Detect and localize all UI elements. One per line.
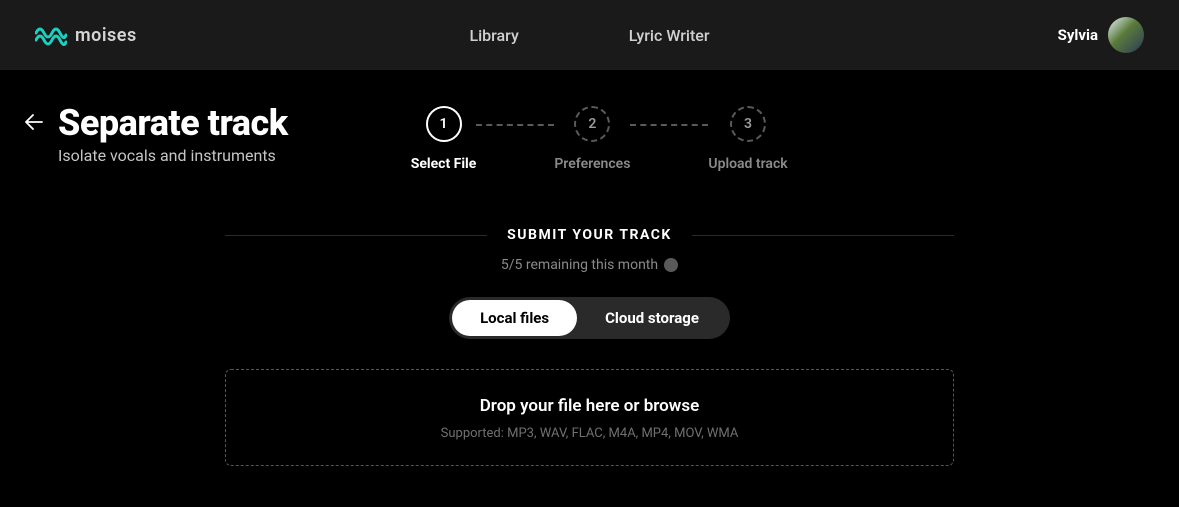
page-titles: Separate track Isolate vocals and instru…	[58, 102, 288, 165]
file-dropzone[interactable]: Drop your file here or browse Supported:…	[225, 369, 954, 466]
top-nav: Library Lyric Writer	[469, 26, 709, 45]
step-label: Preferences	[554, 156, 630, 172]
page-subtitle: Isolate vocals and instruments	[58, 146, 288, 165]
step-number: 1	[426, 106, 462, 142]
logo-icon	[35, 24, 67, 46]
step-preferences: 2 Preferences	[554, 106, 630, 172]
step-select-file: 1 Select File	[411, 106, 477, 172]
supported-formats: Supported: MP3, WAV, FLAC, M4A, MP4, MOV…	[246, 426, 933, 441]
stepper: 1 Select File 2 Preferences 3 Upload tra…	[411, 106, 788, 172]
step-connector	[630, 124, 708, 126]
remaining-row: 5/5 remaining this month	[25, 257, 1154, 273]
nav-library[interactable]: Library	[469, 26, 518, 45]
page-title: Separate track	[58, 102, 288, 144]
info-icon[interactable]	[664, 258, 678, 272]
divider	[692, 235, 954, 236]
toggle-cloud-storage[interactable]: Cloud storage	[577, 300, 727, 336]
step-label: Upload track	[708, 156, 787, 172]
title-row: Separate track Isolate vocals and instru…	[25, 102, 1154, 172]
submit-section: SUBMIT YOUR TRACK 5/5 remaining this mon…	[25, 227, 1154, 466]
step-label: Select File	[411, 156, 477, 172]
back-arrow-icon[interactable]	[25, 114, 43, 134]
user-menu[interactable]: Sylvia	[1058, 17, 1144, 53]
step-upload-track: 3 Upload track	[708, 106, 787, 172]
step-number: 2	[574, 106, 610, 142]
submit-header: SUBMIT YOUR TRACK	[25, 227, 1154, 243]
user-name: Sylvia	[1058, 26, 1098, 44]
source-toggle: Local files Cloud storage	[449, 297, 730, 339]
divider	[225, 235, 487, 236]
submit-title: SUBMIT YOUR TRACK	[507, 227, 672, 243]
logo-text: moises	[75, 25, 137, 46]
remaining-text: 5/5 remaining this month	[501, 257, 658, 273]
step-connector	[476, 124, 554, 126]
nav-lyric-writer[interactable]: Lyric Writer	[629, 26, 710, 45]
step-number: 3	[730, 106, 766, 142]
avatar	[1108, 17, 1144, 53]
app-header: moises Library Lyric Writer Sylvia	[0, 0, 1179, 70]
logo[interactable]: moises	[35, 24, 137, 46]
dropzone-text: Drop your file here or browse	[246, 396, 933, 416]
toggle-local-files[interactable]: Local files	[452, 300, 577, 336]
main-content: Separate track Isolate vocals and instru…	[0, 70, 1179, 466]
